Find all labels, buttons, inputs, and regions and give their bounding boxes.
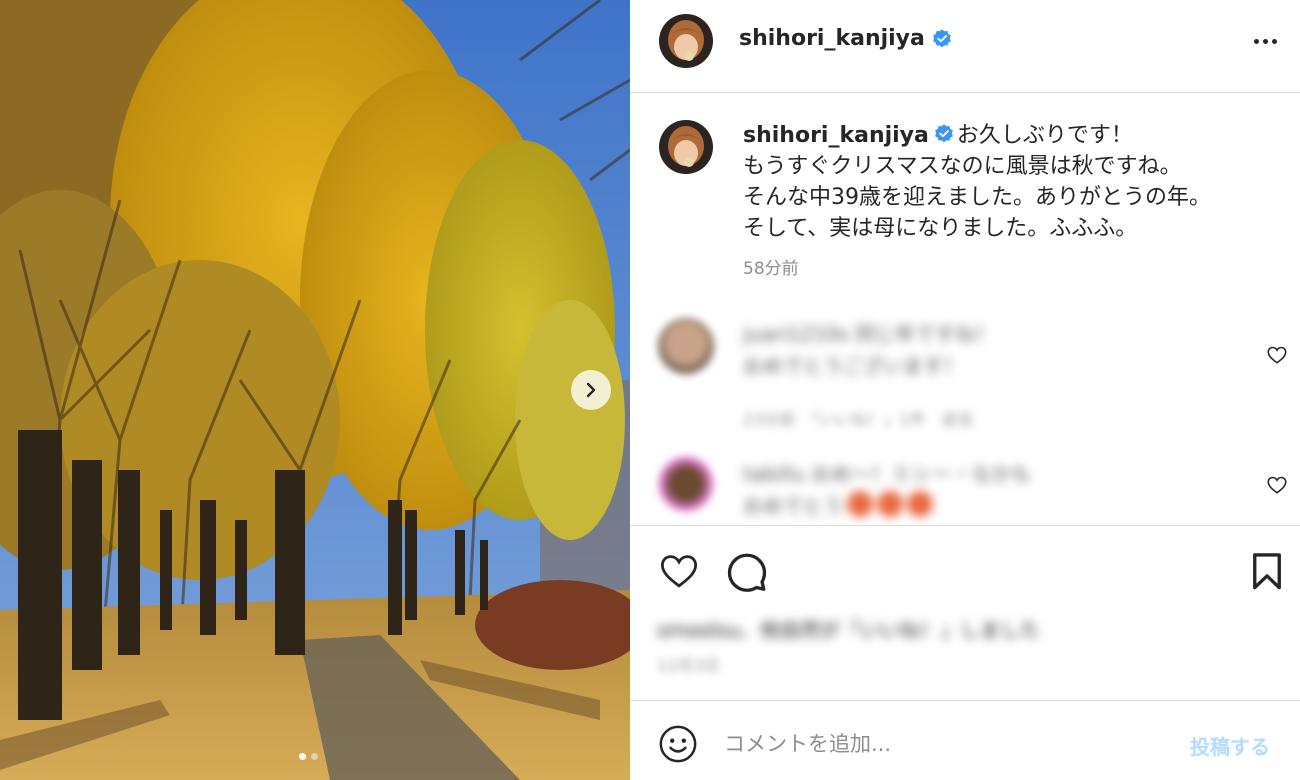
- avatar-image: [659, 14, 713, 68]
- carousel-dot-active: [299, 753, 306, 760]
- carousel-indicator: [299, 753, 318, 760]
- comment-text: juari1210s 同じ年ですね！ おめでとうございます！: [743, 322, 995, 378]
- comment-like-heart-icon[interactable]: [1266, 474, 1288, 496]
- post-detail-panel: shihori_kanjiya shihori_kanjiya お久しぶりです！ …: [630, 0, 1300, 780]
- bookmark-icon[interactable]: [1246, 550, 1288, 592]
- caption-line: そして、実は母になりました。ふふふ。: [743, 216, 1138, 241]
- more-options-button[interactable]: [1248, 28, 1282, 54]
- comment-item: tabillu おめ～！ミシー・なかも おめでとう: [630, 450, 1300, 525]
- post-date: 12月3日: [657, 656, 720, 675]
- verified-icon: [932, 28, 951, 47]
- like-heart-icon[interactable]: [658, 550, 700, 592]
- comment-meta: 23分前 「いいね！」1件 返信: [743, 410, 974, 429]
- comment-icon[interactable]: [726, 550, 768, 592]
- post-caption: shihori_kanjiya お久しぶりです！ もうすぐクリスマスなのに風景は秋…: [743, 120, 1283, 244]
- caption-username[interactable]: shihori_kanjiya: [743, 123, 929, 148]
- likes-summary[interactable]: smoolsu、他自然が「いいね！」しました: [657, 614, 1040, 643]
- comments-list: juari1210s 同じ年ですね！ おめでとうございます！ 23分前 「いいね…: [630, 300, 1300, 525]
- post-actions: [630, 526, 1300, 616]
- caption-line: もうすぐクリスマスなのに風景は秋ですね。: [743, 154, 1182, 179]
- comment-text: tabillu おめ～！ミシー・なかも おめでとう: [743, 462, 1032, 518]
- comment-like-heart-icon[interactable]: [1266, 344, 1288, 366]
- emoji-icon[interactable]: [658, 724, 698, 764]
- caption-line: お久しぶりです！: [956, 123, 1133, 148]
- caption-line: そんな中39歳を迎えました。ありがとうの年。: [743, 185, 1211, 210]
- carousel-next-button[interactable]: [571, 370, 611, 410]
- commenter-avatar[interactable]: [658, 456, 714, 512]
- post-photo: [0, 0, 630, 780]
- add-comment-bar: 投稿する: [630, 701, 1300, 780]
- chevron-right-icon: [586, 382, 596, 398]
- more-icon: [1253, 38, 1259, 44]
- post-header: shihori_kanjiya: [630, 0, 1300, 93]
- username-link[interactable]: shihori_kanjiya: [739, 26, 925, 51]
- comment-item: juari1210s 同じ年ですね！ おめでとうございます！ 23分前 「いいね…: [630, 310, 1300, 429]
- verified-icon: [934, 124, 953, 143]
- avatar-image: [659, 120, 713, 174]
- header-username-row: shihori_kanjiya: [739, 26, 953, 51]
- carousel-dot: [311, 753, 318, 760]
- avatar[interactable]: [659, 14, 713, 68]
- commenter-avatar[interactable]: [658, 318, 714, 374]
- post-timestamp[interactable]: 58分前: [743, 254, 799, 279]
- comment-input[interactable]: [724, 726, 1164, 762]
- caption-avatar[interactable]: [659, 120, 713, 174]
- post-media: [0, 0, 630, 780]
- post-comment-button[interactable]: 投稿する: [1190, 731, 1270, 760]
